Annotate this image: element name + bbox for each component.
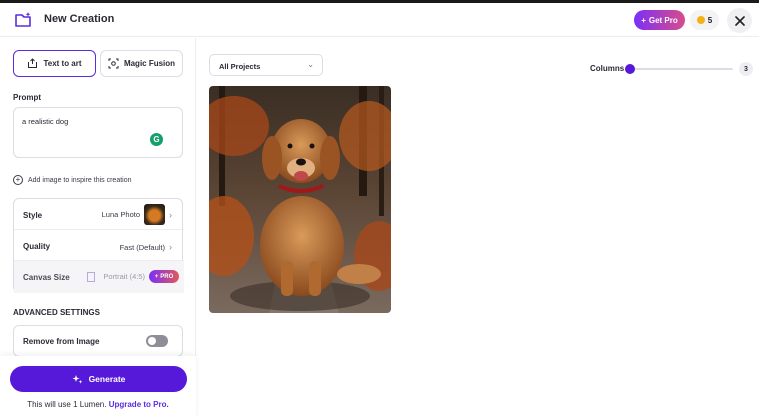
sparkle-icon: [72, 374, 82, 384]
grammarly-icon[interactable]: G: [150, 133, 163, 146]
columns-slider-handle[interactable]: [625, 64, 635, 74]
prompt-input[interactable]: a realistic dog G: [13, 107, 183, 158]
add-image-button[interactable]: + Add image to inspire this creation: [13, 175, 132, 185]
get-pro-button[interactable]: + Get Pro: [634, 10, 685, 30]
page-title: New Creation: [44, 13, 115, 25]
chevron-right-icon: ›: [169, 209, 172, 220]
coin-icon: [696, 16, 705, 24]
quality-row[interactable]: Quality Fast (Default) ›: [14, 230, 184, 261]
generate-label: Generate: [88, 374, 126, 384]
lumen-note-text: This will use 1 Lumen.: [27, 400, 107, 409]
style-thumbnail: [144, 204, 165, 225]
upgrade-link[interactable]: Upgrade to Pro.: [109, 400, 169, 409]
generate-button[interactable]: Generate: [10, 366, 187, 392]
generate-footer: Generate This will use 1 Lumen. Upgrade …: [0, 356, 196, 419]
new-creation-icon: [15, 12, 31, 27]
columns-slider-track[interactable]: [628, 68, 733, 70]
add-circle-icon: +: [13, 175, 23, 185]
style-value-group: Luna Photo ›: [102, 204, 172, 225]
tab-magic-fusion[interactable]: Magic Fusion: [100, 50, 183, 77]
header-bar: New Creation + Get Pro 5: [0, 3, 759, 37]
creation-panel: Text to art Magic Fusion Prompt a realis…: [0, 38, 196, 419]
settings-card: Style Luna Photo › Quality Fast (Default…: [13, 198, 184, 293]
style-value: Luna Photo: [101, 210, 140, 219]
portrait-icon: [87, 271, 96, 282]
prompt-label: Prompt: [13, 93, 41, 102]
quality-value-group: Fast (Default) ›: [120, 242, 172, 252]
chevron-down-icon: ⌄: [307, 60, 314, 69]
quality-label: Quality: [23, 242, 51, 251]
project-filter-select[interactable]: All Projects ⌄: [209, 54, 323, 76]
plus-icon: +: [641, 15, 646, 25]
pro-badge: + PRO: [149, 270, 179, 283]
lumen-note: This will use 1 Lumen. Upgrade to Pro.: [0, 400, 196, 409]
magic-fusion-icon: [108, 58, 119, 69]
tab-text-to-art[interactable]: Text to art: [13, 50, 96, 77]
plus-icon: +: [154, 273, 159, 280]
canvas-size-value: Portrait (4:5): [103, 272, 145, 281]
close-button[interactable]: [727, 8, 752, 33]
canvas-size-label: Canvas Size: [23, 273, 70, 282]
add-image-label: Add image to inspire this creation: [28, 176, 132, 184]
generated-image-card[interactable]: [209, 86, 391, 313]
style-row[interactable]: Style Luna Photo ›: [14, 199, 184, 230]
get-pro-label: Get Pro: [648, 15, 678, 25]
credits-count: 5: [707, 15, 713, 25]
toggle-knob: [148, 337, 156, 345]
chevron-right-icon: ›: [169, 242, 172, 252]
generated-dog-image: [209, 86, 391, 313]
tab-label: Magic Fusion: [123, 59, 176, 68]
project-filter-value: All Projects: [219, 62, 261, 71]
pro-badge-label: PRO: [160, 273, 174, 280]
canvas-size-row[interactable]: Canvas Size Portrait (4:5) + PRO: [14, 261, 184, 293]
text-to-art-icon: [28, 58, 38, 68]
advanced-settings-heading: ADVANCED SETTINGS: [13, 308, 100, 317]
remove-from-image-label: Remove from Image: [23, 337, 100, 346]
canvas-value-group: Portrait (4:5) + PRO: [87, 270, 179, 283]
columns-label: Columns: [590, 64, 625, 73]
remove-from-image-row: Remove from Image: [13, 325, 183, 357]
tab-label: Text to art: [43, 59, 82, 68]
close-icon: [734, 15, 745, 26]
credits-badge[interactable]: 5: [690, 10, 719, 30]
remove-from-image-toggle[interactable]: [146, 335, 168, 347]
prompt-text: a realistic dog: [22, 117, 69, 126]
quality-value: Fast (Default): [119, 242, 165, 252]
style-label: Style: [23, 211, 43, 220]
columns-count: 3: [739, 62, 753, 76]
